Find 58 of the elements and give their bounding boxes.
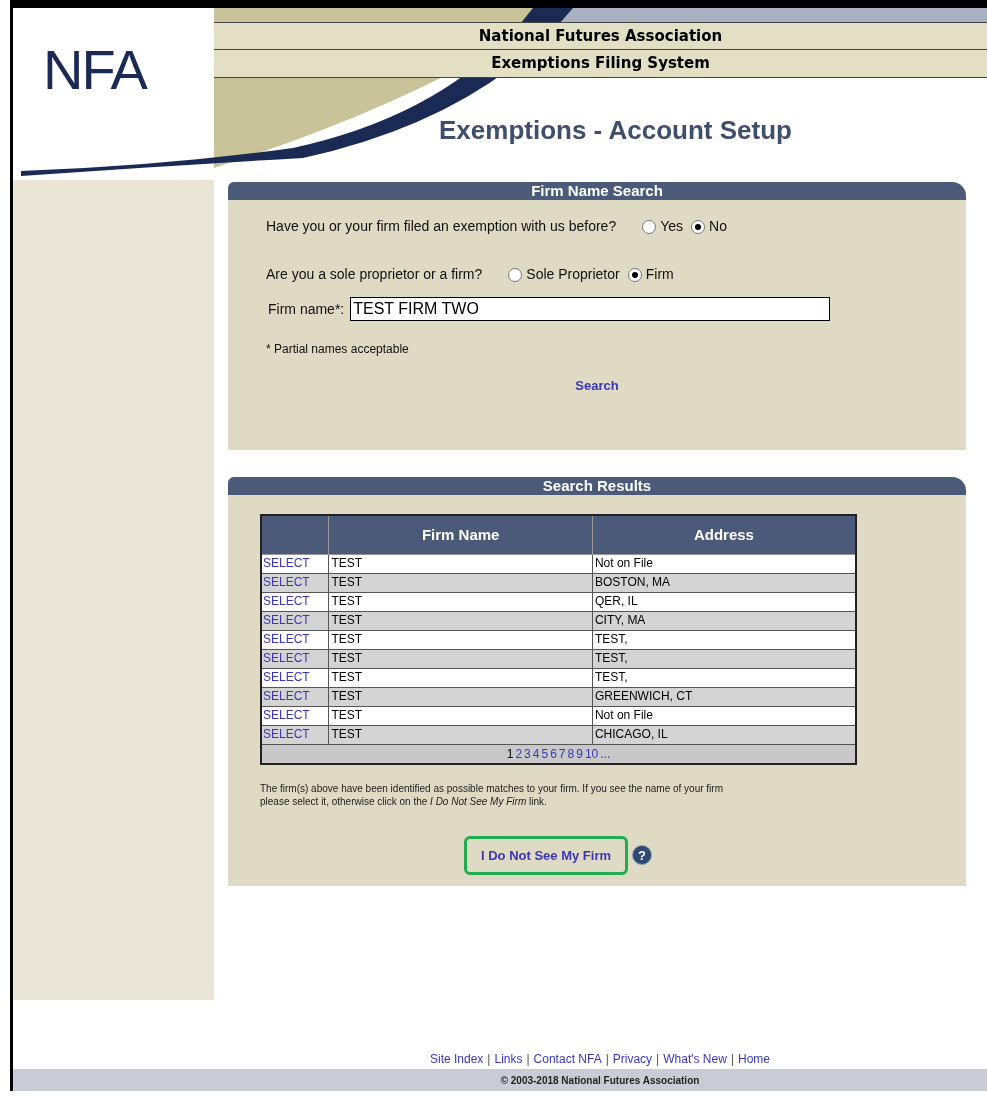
radio-label[interactable]: Firm [645, 264, 674, 285]
page-link[interactable]: 10 [584, 744, 599, 763]
radio-label[interactable]: No [709, 216, 727, 237]
page-link[interactable]: 7 [558, 744, 566, 763]
firm-name-field[interactable]: TEST FIRM TWO [350, 297, 831, 321]
hint-text: * Partial names acceptable [266, 342, 409, 356]
page-link[interactable]: 3 [524, 744, 531, 763]
table-cell: TEST [328, 554, 593, 573]
radio-button[interactable] [508, 267, 523, 282]
radio-label[interactable]: Yes [660, 216, 683, 237]
help-icon[interactable]: ? [632, 845, 652, 866]
header-title: National Futures Association [214, 22, 987, 50]
radio-label[interactable]: Sole Proprietor [526, 264, 620, 285]
footer-link[interactable]: Site Index [429, 1050, 484, 1070]
page-link[interactable]: ... [600, 744, 611, 763]
panel-header: Search Results [228, 477, 966, 495]
page-link[interactable]: 5 [541, 744, 549, 763]
separator: | [729, 1051, 735, 1069]
page-link[interactable]: 2 [515, 744, 523, 763]
page-title: Exemptions - Account Setup [439, 113, 792, 147]
field-label: Firm name*: [267, 299, 345, 319]
table-cell: TEST [328, 592, 593, 611]
footer-link[interactable]: Links [494, 1050, 523, 1070]
panel-header: Firm Name Search [228, 182, 966, 200]
table-cell: TEST [328, 630, 593, 649]
table-cell: TEST [328, 668, 593, 687]
question-label: Have you or your firm filed an exemption with us before? [266, 217, 617, 236]
separator: | [486, 1051, 492, 1069]
question-label: Are you a sole proprietor or a firm? [266, 265, 483, 284]
footer-link[interactable]: Home [738, 1050, 770, 1070]
copyright-text: © 2003-2018 National Futures Association [500, 1073, 700, 1088]
no-firm-link[interactable]: I Do Not See My Firm [464, 835, 628, 875]
separator: | [604, 1051, 610, 1069]
footer-link[interactable]: Privacy [612, 1050, 653, 1070]
results-note: The firm(s) above have been identified as possible matches to your firm. If you see the name of your firm please select it, otherwise click on the I Do Not See My Firm link. [260, 781, 724, 808]
radio-button[interactable] [691, 219, 705, 234]
table-cell: TEST [328, 687, 593, 706]
footer-link[interactable]: What's New [663, 1050, 727, 1070]
separator: | [655, 1051, 661, 1069]
current-page: 1 [506, 745, 514, 763]
column-header: Address [592, 515, 856, 554]
separator: | [525, 1051, 531, 1069]
radio-button[interactable] [627, 267, 642, 282]
table-cell: TEST [328, 611, 593, 630]
page-link[interactable]: 6 [550, 744, 557, 763]
page-link[interactable]: 8 [567, 744, 575, 763]
column-header: Firm Name [328, 515, 593, 554]
page-link[interactable]: 9 [576, 744, 583, 763]
search-link[interactable]: Search [575, 376, 619, 396]
table-cell: TEST [328, 573, 593, 592]
table-cell: TEST [328, 649, 593, 668]
radio-button[interactable] [642, 219, 657, 234]
table-cell: TEST [328, 725, 593, 744]
table-cell: TEST [328, 706, 593, 725]
logo: NFA [43, 42, 146, 98]
footer-link[interactable]: Contact NFA [533, 1050, 602, 1070]
header-subtitle: Exemptions Filing System [214, 50, 987, 78]
page-link[interactable]: 4 [532, 744, 540, 763]
